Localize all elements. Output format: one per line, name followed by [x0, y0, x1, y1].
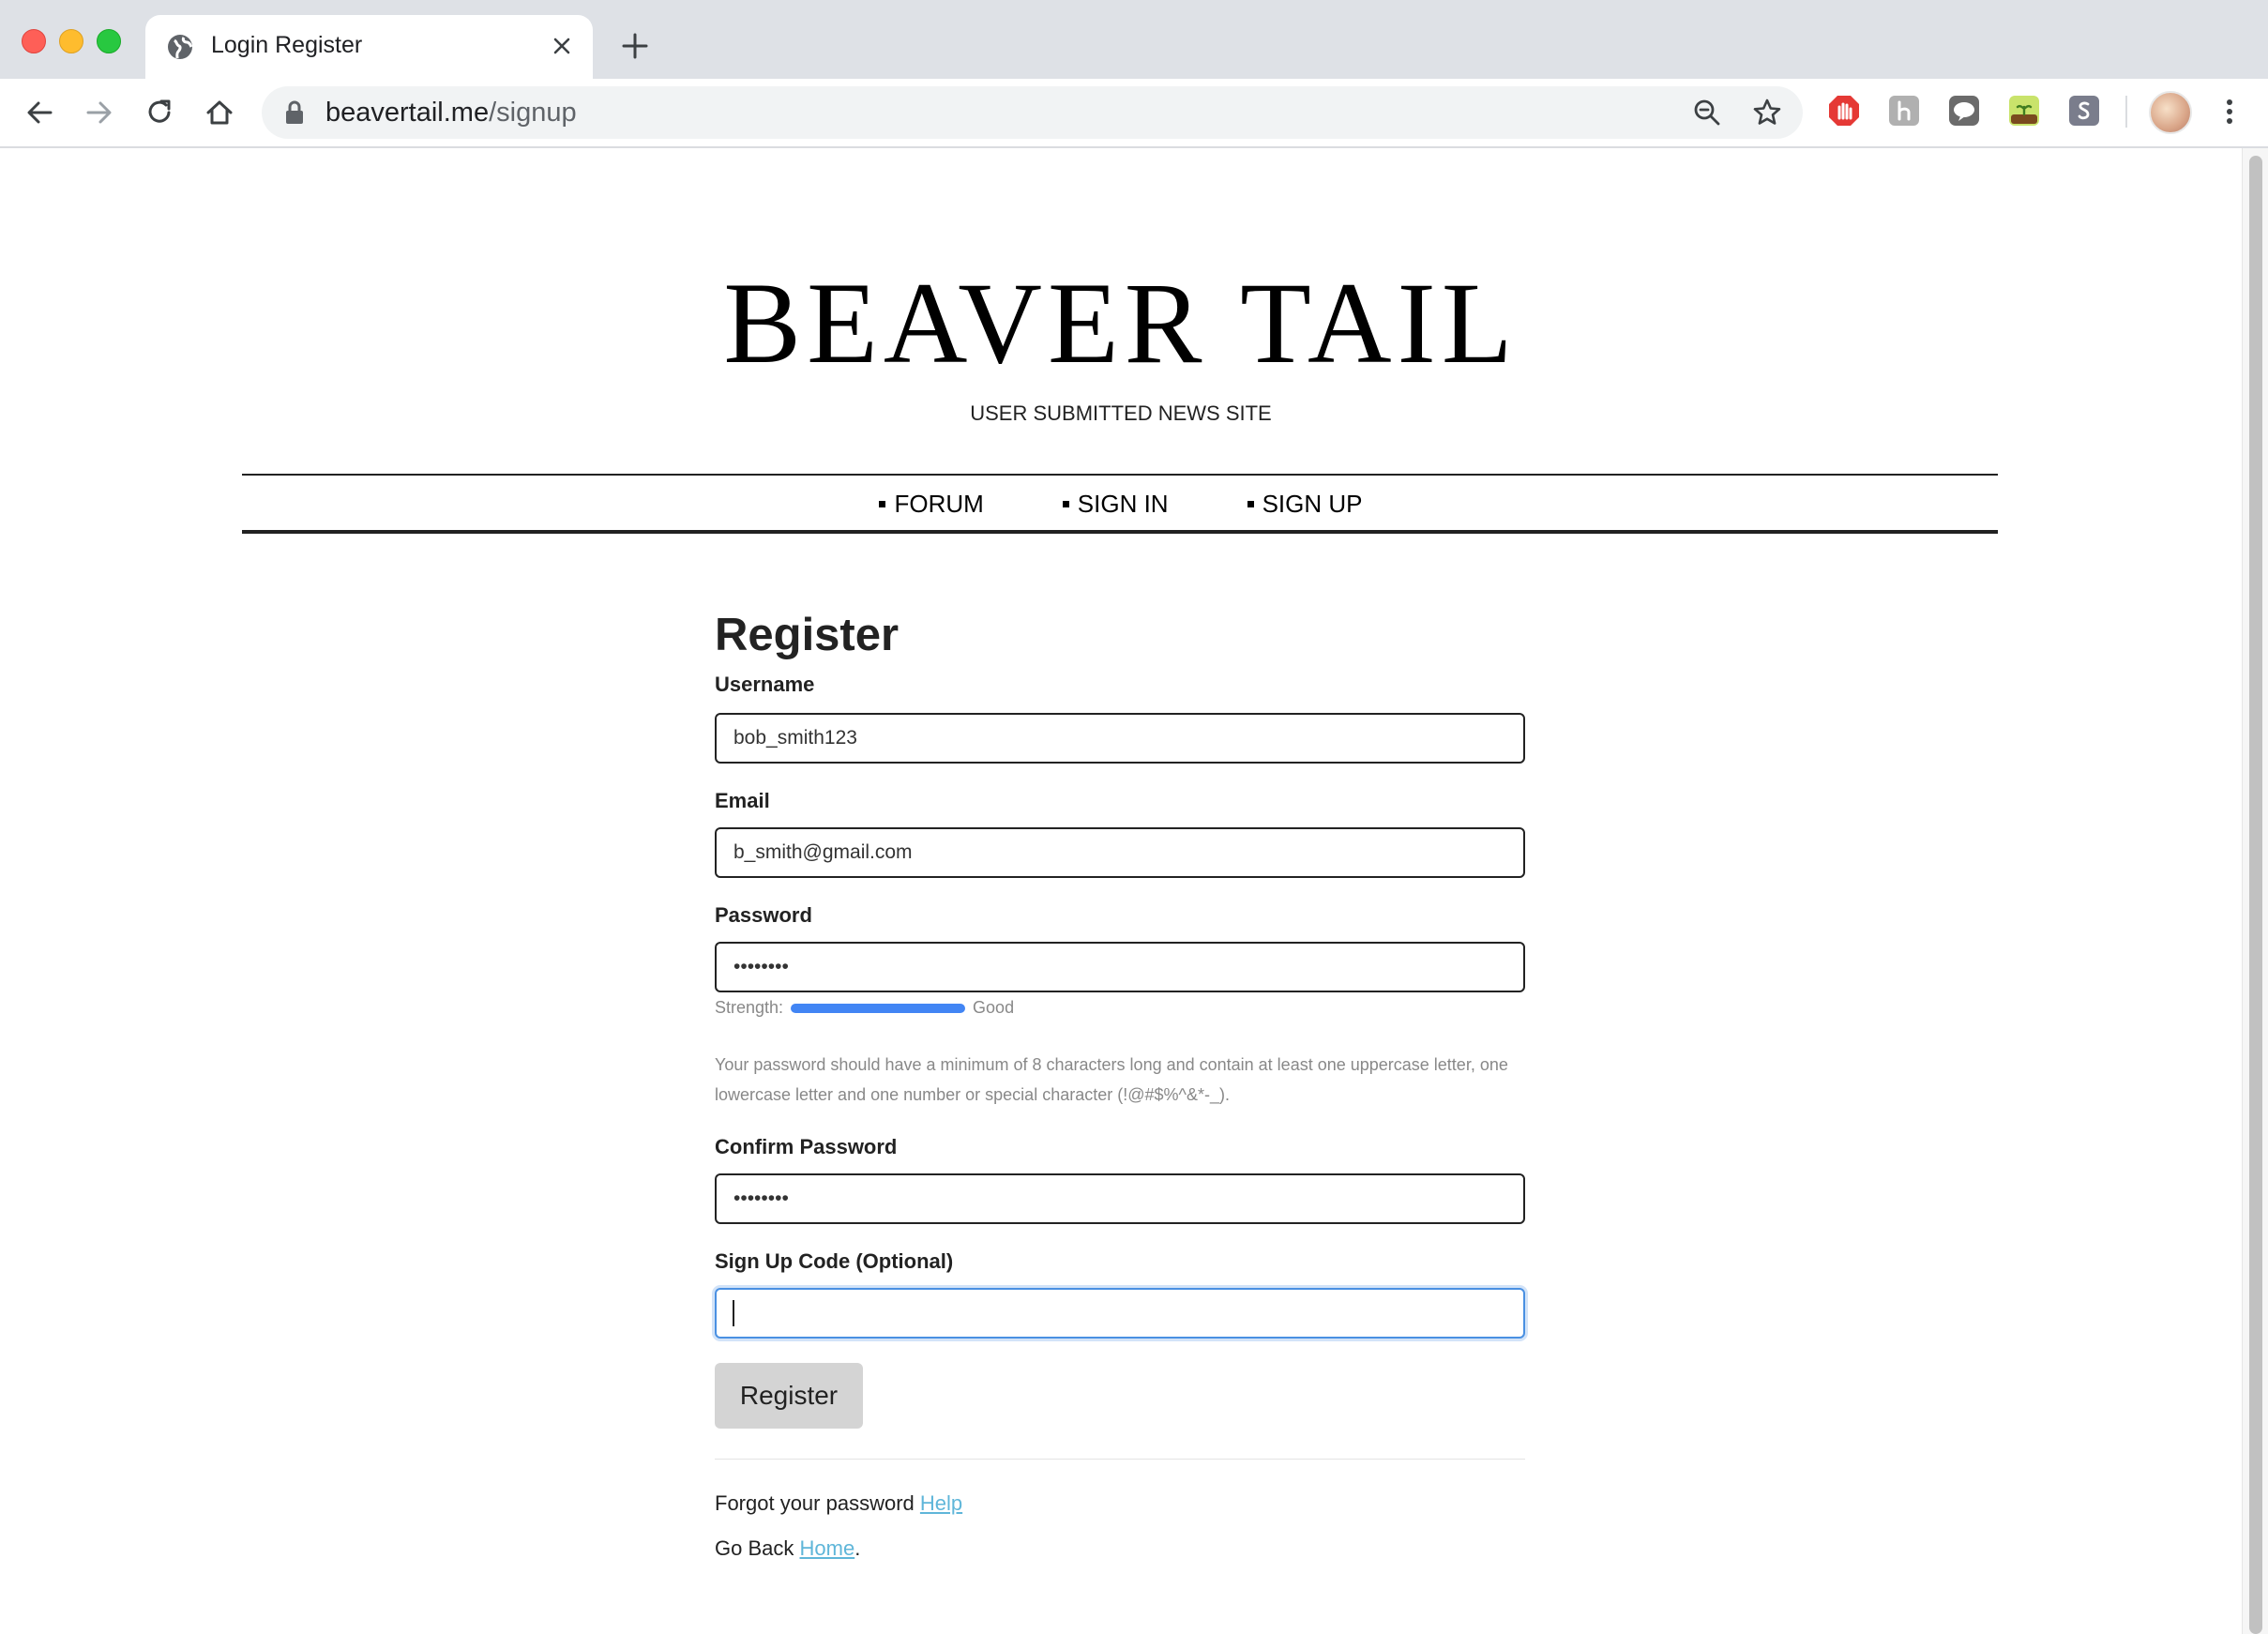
forward-arrow-icon[interactable] — [83, 96, 116, 129]
url-domain: beavertail.me — [325, 98, 490, 128]
h-extension-icon[interactable] — [1887, 94, 1921, 128]
go-back-line: Go Back Home. — [715, 1536, 1525, 1561]
browser-tab[interactable]: Login Register — [145, 15, 593, 79]
address-bar[interactable]: beavertail.me/signup — [262, 86, 1803, 139]
nav-bullet — [879, 501, 886, 507]
window-minimize-button[interactable] — [59, 29, 83, 53]
s-extension-icon[interactable] — [2067, 94, 2101, 128]
username-label: Username — [715, 673, 815, 696]
main-nav: FORUM SIGN IN SIGN UP — [0, 490, 2242, 519]
go-back-suffix: . — [854, 1536, 861, 1560]
nav-rule-bottom — [242, 530, 1998, 534]
help-link[interactable]: Help — [920, 1491, 962, 1515]
window-zoom-button[interactable] — [97, 29, 121, 53]
signup-code-input[interactable] — [715, 1288, 1525, 1339]
go-back-text: Go Back — [715, 1536, 794, 1560]
window-close-button[interactable] — [22, 29, 46, 53]
back-arrow-icon[interactable] — [23, 96, 56, 129]
signup-code-wrapper — [715, 1288, 1525, 1339]
register-button[interactable]: Register — [715, 1363, 863, 1429]
more-menu-icon[interactable] — [2215, 96, 2244, 128]
plant-extension-icon[interactable] — [2007, 94, 2041, 128]
strength-bar — [791, 1003, 966, 1013]
zoom-out-icon[interactable] — [1692, 98, 1722, 128]
nav-forum-link[interactable]: FORUM — [879, 490, 984, 519]
bookmark-star-icon[interactable] — [1752, 98, 1782, 128]
lock-icon[interactable] — [284, 100, 305, 125]
close-icon[interactable] — [550, 34, 574, 58]
password-label: Password — [715, 903, 812, 927]
url-path: /signup — [489, 98, 577, 128]
email-label: Email — [715, 789, 770, 812]
home-icon[interactable] — [203, 96, 236, 129]
nav-sign-in-label: SIGN IN — [1077, 490, 1169, 518]
confirm-password-label: Confirm Password — [715, 1135, 898, 1158]
strength-label: Strength: — [715, 998, 784, 1017]
home-link[interactable]: Home — [800, 1536, 855, 1560]
toolbar-separator — [2125, 96, 2127, 128]
nav-sign-up-link[interactable]: SIGN UP — [1247, 490, 1363, 519]
nav-sign-in-link[interactable]: SIGN IN — [1062, 490, 1169, 519]
nav-bullet — [1062, 501, 1069, 507]
confirm-password-input[interactable] — [715, 1173, 1525, 1224]
form-divider — [715, 1459, 1525, 1460]
site-title: BEAVER TAIL — [723, 259, 1519, 387]
plus-icon[interactable] — [621, 32, 649, 60]
reload-icon[interactable] — [143, 96, 176, 129]
scrollbar-thumb[interactable] — [2249, 156, 2262, 1634]
nav-sign-up-label: SIGN UP — [1262, 490, 1363, 518]
register-form: Register Username Email Password Strengt… — [715, 600, 1525, 1561]
profile-avatar[interactable] — [2149, 91, 2192, 134]
toolbar-divider — [0, 146, 2268, 148]
tab-title: Login Register — [211, 32, 363, 58]
strength-text: Good — [973, 998, 1015, 1017]
username-input[interactable] — [715, 713, 1525, 764]
text-caret — [733, 1300, 734, 1326]
browser-tab-strip: Login Register — [0, 0, 2268, 79]
url-text[interactable]: beavertail.me/signup — [325, 98, 577, 129]
nav-rule-top — [242, 474, 1998, 476]
globe-icon — [168, 35, 193, 59]
nav-bullet — [1247, 501, 1254, 507]
form-heading: Register — [715, 610, 900, 660]
forgot-password-line: Forgot your password Help — [715, 1491, 1525, 1516]
line-extension-icon[interactable] — [1947, 94, 1981, 128]
nav-forum-label: FORUM — [894, 490, 984, 518]
email-input[interactable] — [715, 827, 1525, 878]
adblock-extension-icon[interactable] — [1827, 94, 1861, 128]
password-hint: Your password should have a minimum of 8… — [715, 1055, 1508, 1104]
forgot-password-text: Forgot your password — [715, 1491, 915, 1515]
site-tagline: USER SUBMITTED NEWS SITE — [970, 401, 1272, 425]
signup-code-label: Sign Up Code (Optional) — [715, 1249, 954, 1273]
password-input[interactable] — [715, 942, 1525, 992]
password-strength-meter: Strength: Good — [715, 998, 1525, 1018]
